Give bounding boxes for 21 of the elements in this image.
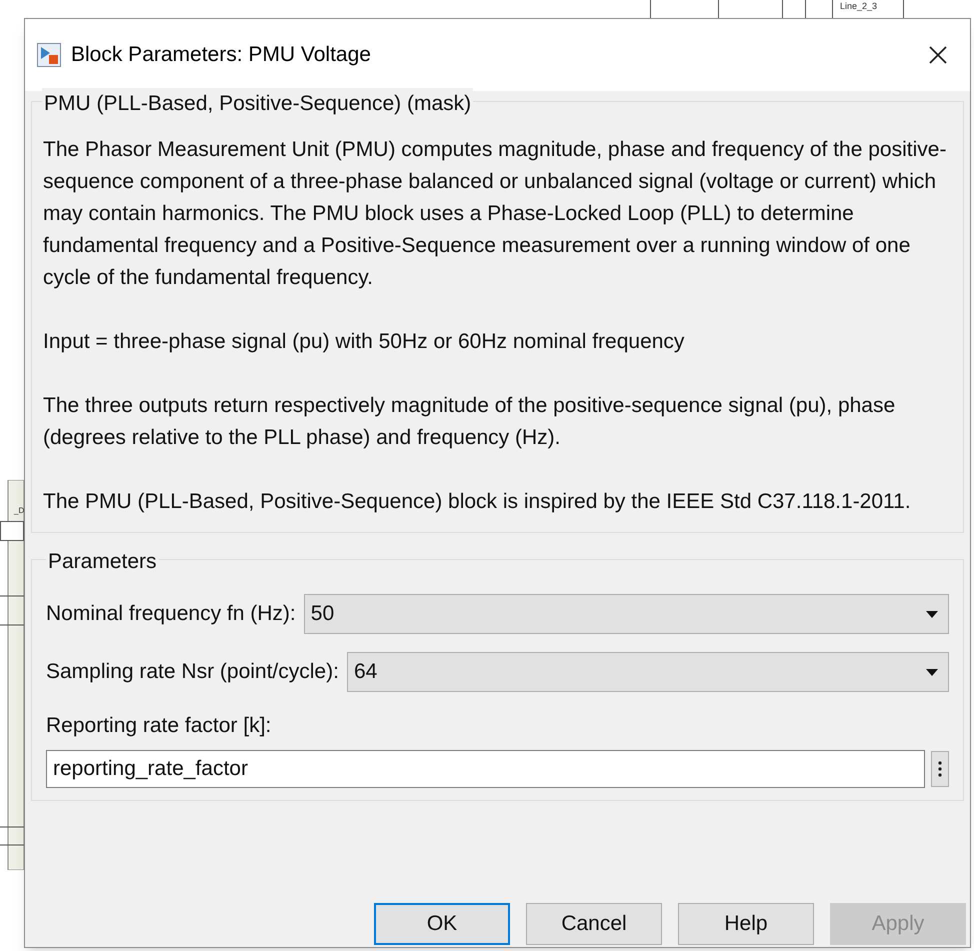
close-icon[interactable] <box>928 45 948 65</box>
dialog-button[interactable]: Help <box>678 903 814 945</box>
block-icon <box>37 43 61 67</box>
description-paragraph: The Phasor Measurement Unit (PMU) computes magnitude, phase and frequency of the positive-sequence component of a three-phase balanced or unbalanced signal (voltage or current) which may contain harmonics. The PMU block uses a Phase-Locked Loop (PLL) to determine fundamental frequency and a Positive-Sequence measurement over a running window of one cycle of the fundamental frequency. <box>43 137 948 291</box>
description-paragraph: The PMU (PLL-Based, Positive-Sequence) block is inspired by the IEEE Std C37.118.1-2011. <box>43 489 912 515</box>
input-field[interactable]: reporting_rate_factor <box>46 750 925 788</box>
caret-icon <box>926 610 938 618</box>
description-paragraph: The three outputs return respectively magnitude of the positive-sequence signal (pu), phase (degrees relative to the PLL phase) and frequency (Hz). <box>43 393 896 451</box>
parameter-label: Nominal frequency fn (Hz): <box>46 601 296 628</box>
parameter-label: Sampling rate Nsr (point/cycle): <box>46 659 339 686</box>
window-title: Block Parameters: PMU Voltage <box>71 42 371 68</box>
description-paragraph: Input = three-phase signal (pu) with 50Hz or 60Hz nominal frequency <box>43 329 686 355</box>
parameter-label: Reporting rate factor [k]: <box>46 713 272 739</box>
caret-icon <box>926 668 938 676</box>
dropdown[interactable]: 50 <box>304 594 949 634</box>
canvas-label: Line_2_3 <box>840 2 878 11</box>
dialog-button[interactable]: OK <box>374 903 510 945</box>
dialog-button[interactable]: Cancel <box>526 903 662 945</box>
dropdown[interactable]: 64 <box>346 652 949 692</box>
dots-icon <box>938 760 942 778</box>
more-options-button[interactable] <box>931 750 949 786</box>
